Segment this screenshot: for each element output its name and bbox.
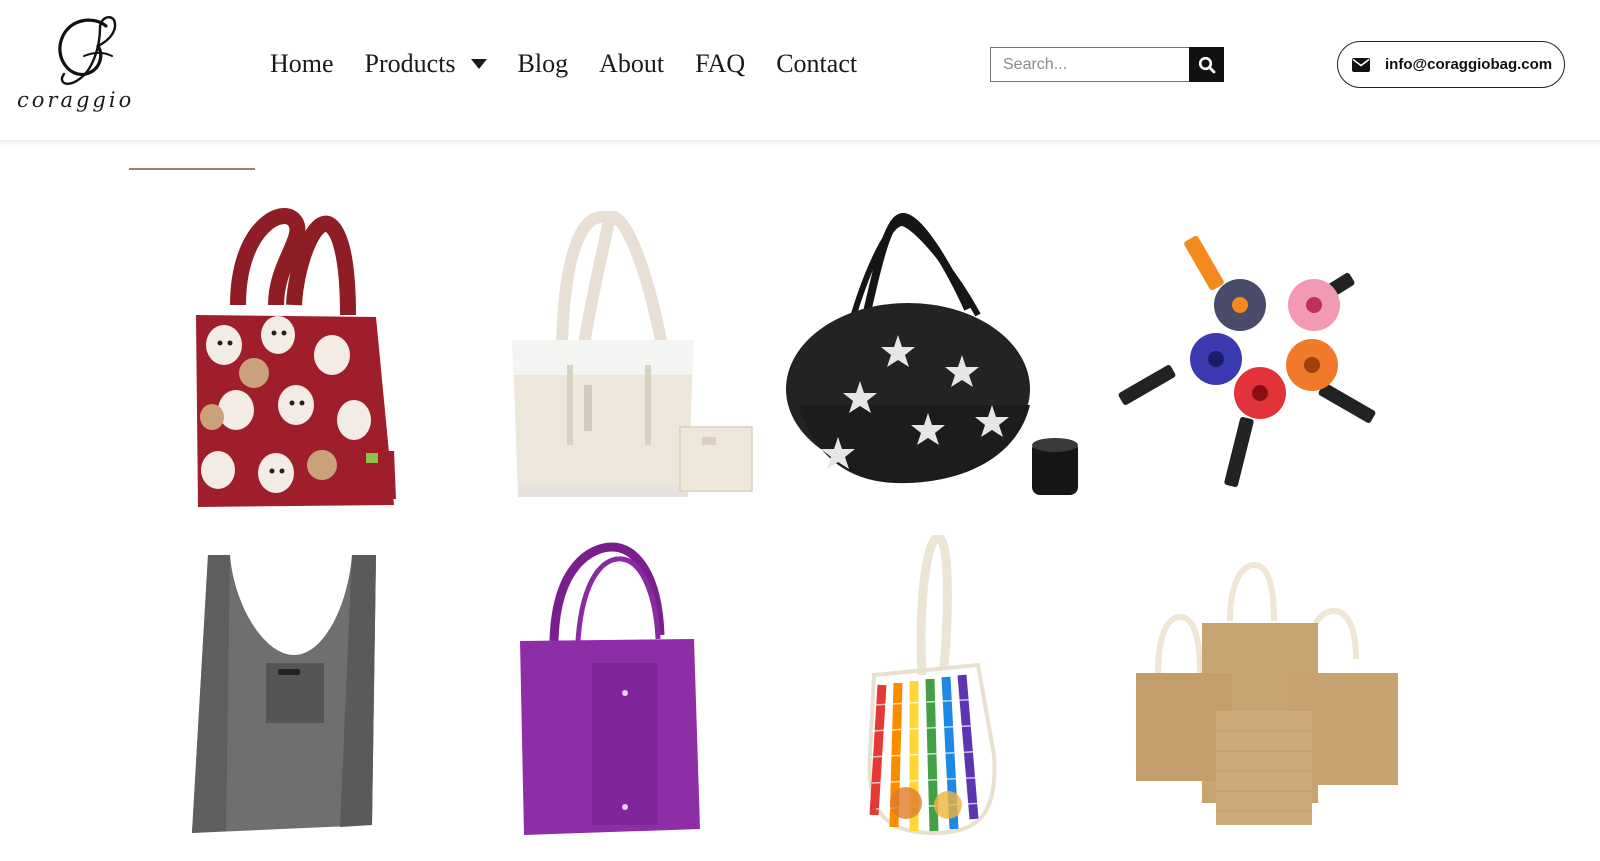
cream-canvas-tote-image <box>512 211 753 497</box>
email-address: info@coraggiobag.com <box>1385 56 1553 73</box>
product-tile[interactable] <box>452 205 772 515</box>
search-button[interactable] <box>1189 47 1224 82</box>
nav-about-label: About <box>599 49 665 78</box>
nav-blog-label: Blog <box>517 49 569 78</box>
nav-faq[interactable]: FAQ <box>695 49 745 79</box>
product-tile[interactable] <box>126 535 446 845</box>
nav-products-label: Products <box>364 49 456 78</box>
email-contact-button[interactable]: info@coraggiobag.com <box>1337 41 1565 88</box>
nav-home[interactable]: Home <box>270 49 334 79</box>
site-header: coraggio Home Products Blog About FAQ Co… <box>0 0 1600 141</box>
nav-contact[interactable]: Contact <box>776 49 857 79</box>
purple-non-woven-tote-image <box>520 542 700 835</box>
round-pouch-bags-image <box>1118 235 1376 488</box>
nav-faq-label: FAQ <box>695 49 746 78</box>
jute-tote-set-image <box>1136 561 1398 825</box>
product-tile[interactable] <box>778 535 1098 845</box>
nav-blog[interactable]: Blog <box>518 49 569 79</box>
nav-contact-label: Contact <box>776 49 858 78</box>
envelope-icon <box>1352 57 1370 72</box>
nav-products[interactable]: Products <box>365 49 487 79</box>
search-icon <box>1198 56 1215 73</box>
search-form <box>990 47 1225 82</box>
brand-wordmark: coraggio <box>17 88 135 112</box>
main-nav: Home Products Blog About FAQ Contact <box>270 44 888 84</box>
search-input[interactable] <box>990 47 1189 82</box>
nav-about[interactable]: About <box>599 49 664 79</box>
grey-foldable-bag-image <box>192 555 376 833</box>
product-tile[interactable] <box>778 205 1098 515</box>
section-accent-divider <box>129 168 255 170</box>
brand-logo[interactable]: coraggio <box>14 12 154 116</box>
red-dog-tote-image <box>196 208 396 507</box>
product-tile[interactable] <box>126 205 446 515</box>
product-tile[interactable] <box>1104 205 1424 515</box>
caret-down-icon <box>470 59 487 69</box>
black-star-bag-image <box>786 213 1078 495</box>
product-tile[interactable] <box>1104 535 1424 845</box>
product-tile[interactable] <box>452 535 772 845</box>
rainbow-mesh-bag-image <box>867 535 997 836</box>
nav-home-label: Home <box>270 49 334 78</box>
